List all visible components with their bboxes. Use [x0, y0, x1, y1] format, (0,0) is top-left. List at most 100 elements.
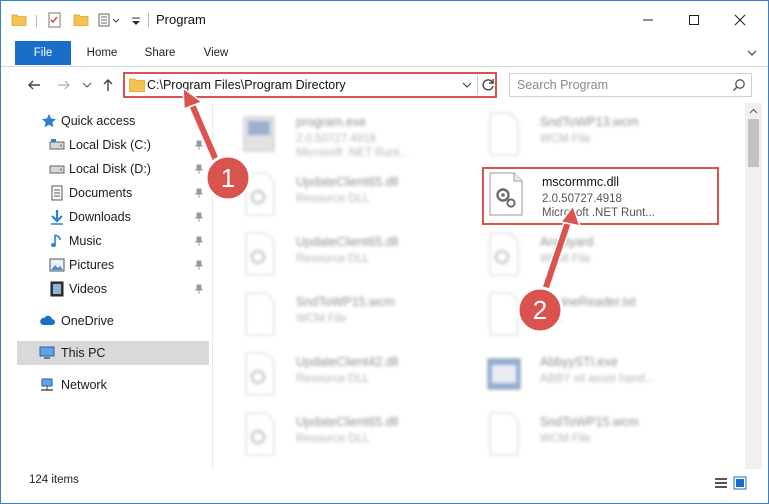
file-type: Resource DLL [296, 253, 370, 265]
sidebar-item-label: Local Disk (C:) [69, 138, 151, 152]
status-bar: 124 items [1, 469, 768, 503]
blank-file-icon [489, 412, 519, 456]
file-item[interactable]: SndToWP15.wcm WCM File [484, 409, 714, 467]
sidebar-item-local-disk-c[interactable]: Local Disk (C:) [1, 133, 209, 157]
forward-button[interactable] [55, 76, 73, 94]
recent-locations-button[interactable] [82, 76, 92, 94]
blank-file-icon [489, 112, 519, 156]
minimize-button[interactable] [625, 1, 671, 39]
close-button[interactable] [717, 1, 763, 39]
sidebar-item-label: Videos [69, 282, 107, 296]
file-item[interactable]: UpdateClient42.dll Resource DLL [240, 349, 470, 407]
drive-icon [49, 165, 65, 174]
file-type: Text [540, 313, 562, 325]
sidebar-item-quick-access[interactable]: Quick access [1, 109, 209, 133]
sidebar-item-this-pc[interactable]: This PC [17, 341, 209, 365]
sidebar-item-label: Local Disk (D:) [69, 162, 151, 176]
up-button[interactable] [99, 76, 117, 94]
sidebar-item-pictures[interactable]: Pictures [1, 253, 209, 277]
sidebar-item-label: Downloads [69, 210, 131, 224]
minimize-icon [643, 19, 653, 21]
properties-icon[interactable] [47, 12, 63, 28]
tab-file[interactable]: File [15, 41, 71, 65]
expand-ribbon-icon[interactable] [745, 46, 759, 60]
file-item[interactable]: SndToWP13.wcm WCM File [484, 109, 714, 167]
new-folder-icon[interactable] [73, 12, 89, 28]
tiles-view-icon[interactable] [733, 476, 747, 490]
chevron-down-icon [82, 82, 92, 88]
sidebar-item-documents[interactable]: Documents [1, 181, 209, 205]
chevron-down-icon[interactable] [130, 12, 142, 28]
dll-file-icon [489, 232, 519, 276]
sidebar-item-label: Network [61, 378, 107, 392]
file-item[interactable]: AbbyySTI.exe ABBY sti asset hand... [484, 349, 714, 407]
sidebar-item-network[interactable]: Network [1, 373, 209, 397]
file-name: program.exe [296, 115, 367, 129]
folder-icon [129, 78, 145, 92]
file-name: Arabiyard [540, 235, 594, 249]
exe-icon [243, 116, 275, 152]
arrow-left-icon [28, 80, 40, 90]
sidebar-item-onedrive[interactable]: OneDrive [1, 309, 209, 333]
arrow-right-icon [58, 80, 70, 90]
sidebar-item-label: This PC [61, 346, 106, 360]
sidebar-item-videos[interactable]: Videos [1, 277, 209, 301]
file-item[interactable]: UpdateClient65.dll Resource DLL [240, 229, 470, 287]
file-item[interactable]: EngineReader.txt Text [484, 289, 714, 347]
back-button[interactable] [25, 76, 43, 94]
address-bar[interactable]: C:\Program Files\Program Directory [123, 72, 497, 98]
file-name: UpdateClient42.dll [296, 355, 399, 369]
search-box[interactable]: Search Program [509, 73, 752, 97]
sidebar-item-music[interactable]: Music [1, 229, 209, 253]
refresh-icon[interactable] [480, 77, 496, 93]
file-item[interactable]: Arabiyard WCM File [484, 229, 714, 287]
search-placeholder[interactable]: Search Program [517, 78, 608, 92]
drive-icon [49, 139, 65, 150]
scroll-thumb[interactable] [748, 119, 759, 167]
search-icon[interactable] [732, 78, 746, 92]
file-type: Resource DLL [296, 373, 370, 385]
file-type: WCM File [540, 433, 591, 445]
dll-file-icon [245, 172, 275, 216]
maximize-icon [689, 15, 699, 25]
sidebar-item-label: Documents [69, 186, 133, 200]
pin-icon[interactable] [194, 260, 204, 270]
pin-icon[interactable] [194, 164, 204, 174]
file-item[interactable]: UpdateClient65.dll Resource DLL [240, 409, 470, 467]
computer-icon [39, 346, 55, 359]
blank-file-icon [489, 292, 519, 336]
sidebar-item-label: Quick access [61, 114, 136, 128]
file-type: WCM File [540, 253, 591, 265]
file-name: EngineReader.txt [540, 295, 636, 309]
pin-icon[interactable] [194, 212, 204, 222]
documents-icon [51, 185, 63, 201]
file-item[interactable]: program.exe 2.0.50727.4918 Microsoft .NE… [240, 109, 470, 167]
file-item[interactable]: UpdateClient65.dll Resource DLL [240, 169, 470, 227]
file-item[interactable]: SndToWP15.wcm WCM File [240, 289, 470, 347]
chevron-down-icon[interactable] [461, 79, 473, 91]
music-icon [51, 234, 61, 247]
sidebar-item-downloads[interactable]: Downloads [1, 205, 209, 229]
navigation-pane: Quick access Local Disk (C:) Local Disk … [1, 103, 213, 469]
customize-dropdown-icon[interactable] [98, 12, 126, 28]
tab-home[interactable]: Home [79, 39, 125, 67]
address-path[interactable]: C:\Program Files\Program Directory [147, 78, 346, 92]
details-view-icon[interactable] [714, 476, 728, 490]
pin-icon[interactable] [194, 140, 204, 150]
tab-view[interactable]: View [194, 39, 238, 67]
sidebar-item-local-disk-d[interactable]: Local Disk (D:) [1, 157, 209, 181]
pin-icon[interactable] [194, 188, 204, 198]
item-count: 124 items [29, 474, 79, 486]
pictures-icon [49, 258, 65, 272]
close-icon [734, 14, 746, 26]
vertical-scrollbar[interactable] [745, 103, 762, 469]
tab-share[interactable]: Share [137, 39, 183, 67]
folder-icon[interactable] [11, 12, 27, 28]
file-name: SndToWP15.wcm [296, 295, 395, 309]
scroll-up-icon[interactable] [749, 107, 758, 116]
file-type: Resource DLL [296, 433, 370, 445]
pin-icon[interactable] [194, 236, 204, 246]
explorer-window: Program File Home Share View C:\Program … [0, 0, 769, 504]
maximize-button[interactable] [671, 1, 717, 39]
pin-icon[interactable] [194, 284, 204, 294]
